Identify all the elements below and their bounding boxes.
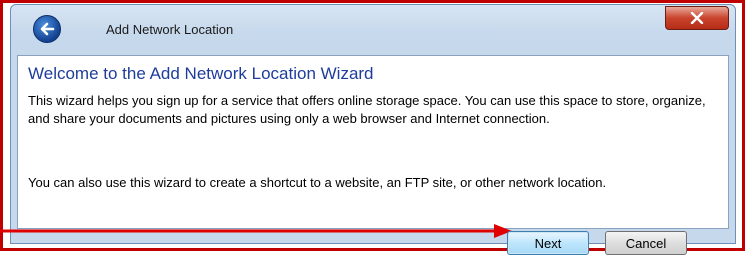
wizard-content: Welcome to the Add Network Location Wiza… (17, 55, 729, 229)
intro-paragraph: This wizard helps you sign up for a serv… (28, 93, 706, 126)
cancel-button[interactable]: Cancel (605, 231, 687, 255)
close-button[interactable] (665, 6, 729, 30)
window-title: Add Network Location (106, 22, 234, 37)
wizard-heading: Welcome to the Add Network Location Wiza… (28, 64, 374, 83)
wizard-window: Add Network Location Welcome to the Add … (10, 4, 736, 244)
pointer-arrow-icon (0, 224, 512, 238)
title-bar: Add Network Location (11, 5, 735, 51)
back-arrow-icon (40, 22, 55, 36)
back-button[interactable] (33, 15, 61, 43)
close-x-icon (690, 12, 704, 24)
shortcut-paragraph: You can also use this wizard to create a… (28, 175, 607, 190)
next-button[interactable]: Next (507, 231, 589, 255)
